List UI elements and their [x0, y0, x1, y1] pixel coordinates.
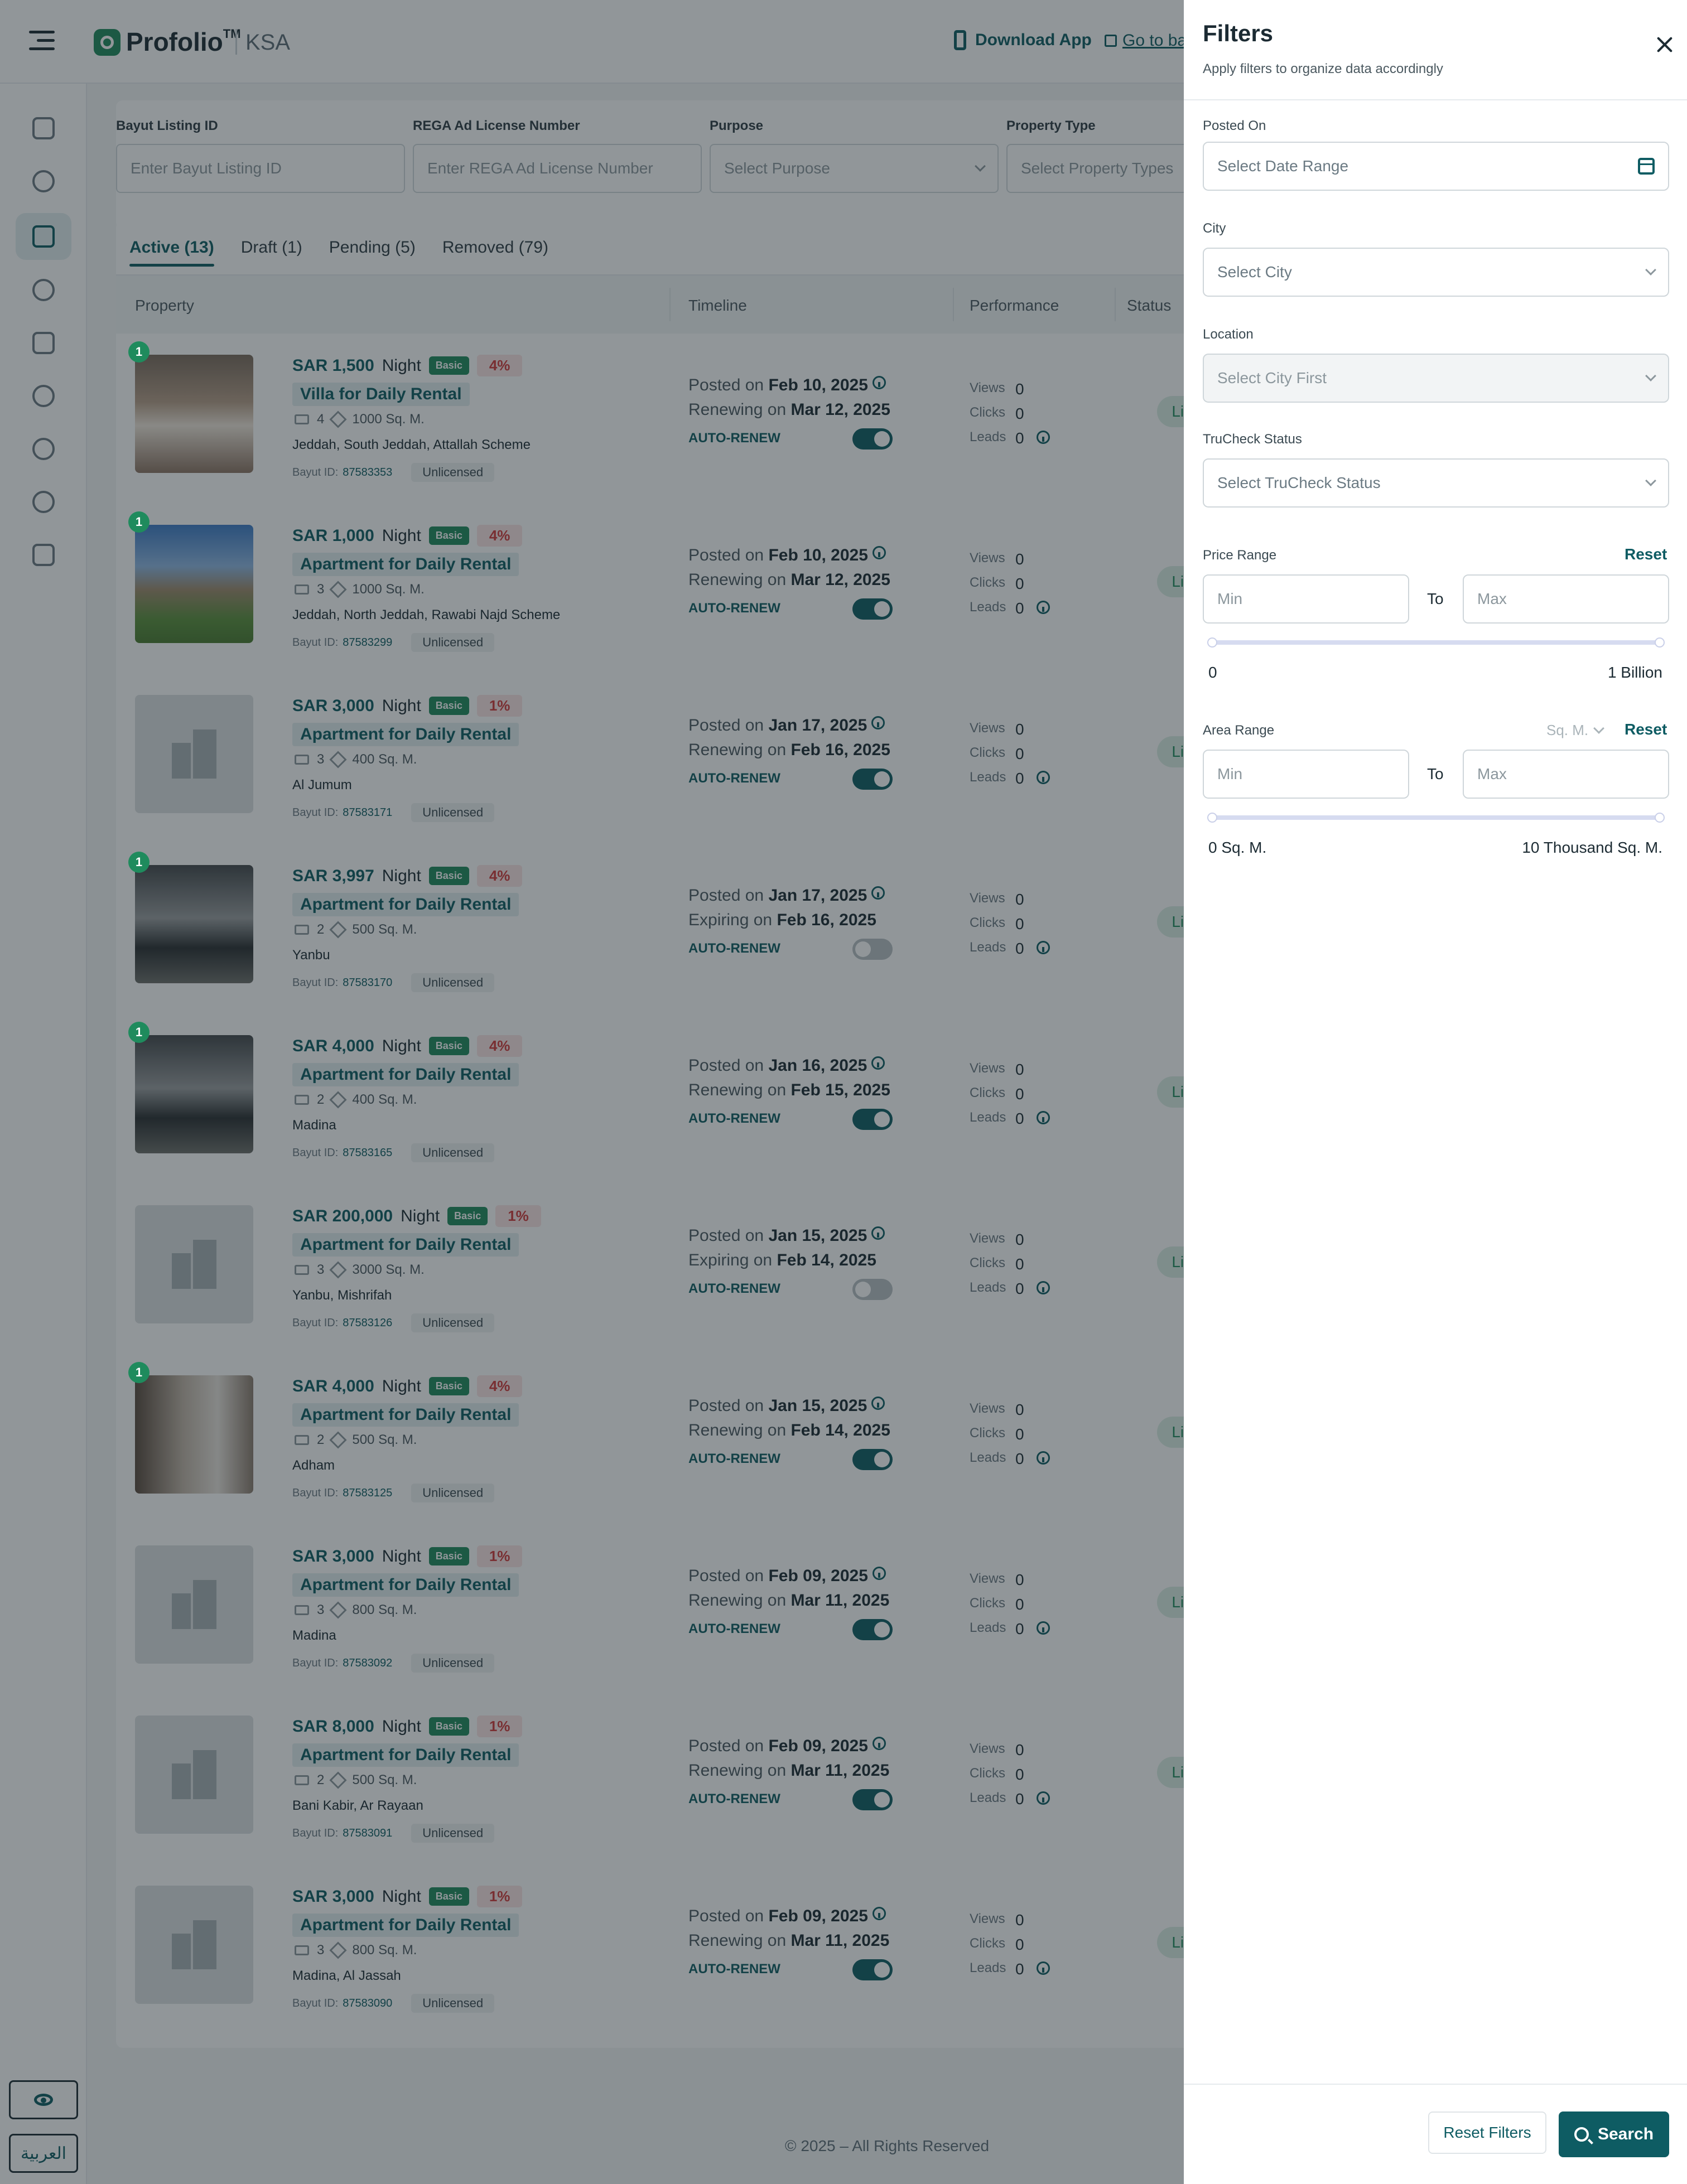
- area-range-label: Area Range: [1203, 723, 1275, 738]
- rank-badge: 1: [128, 1362, 150, 1383]
- chevron-down-icon: [1593, 722, 1605, 734]
- drawer-subtitle: Apply filters to organize data according…: [1203, 61, 1443, 76]
- area-slider-max-handle[interactable]: [1655, 813, 1665, 823]
- price-range-label: Price Range: [1203, 548, 1277, 563]
- price-max-input[interactable]: Max: [1463, 574, 1669, 624]
- price-min-value: 0: [1208, 664, 1217, 681]
- search-button[interactable]: Search: [1559, 2111, 1669, 2157]
- chevron-down-icon: [1645, 264, 1656, 276]
- area-min-value: 0 Sq. M.: [1208, 839, 1267, 856]
- price-slider-min-handle[interactable]: [1207, 637, 1217, 648]
- price-to-label: To: [1427, 590, 1444, 607]
- trucheck-status-select[interactable]: Select TruCheck Status: [1203, 458, 1669, 508]
- chevron-down-icon: [1645, 370, 1656, 381]
- filters-drawer: Filters Apply filters to organize data a…: [1184, 0, 1687, 2184]
- drawer-divider: [1184, 99, 1687, 100]
- posted-on-date-range-input[interactable]: Select Date Range: [1203, 142, 1669, 191]
- area-slider-min-handle[interactable]: [1207, 813, 1217, 823]
- area-reset-button[interactable]: Reset: [1625, 721, 1667, 738]
- city-select[interactable]: Select City: [1203, 248, 1669, 297]
- location-label: Location: [1203, 327, 1254, 342]
- city-label: City: [1203, 221, 1226, 236]
- drawer-title: Filters: [1203, 20, 1274, 46]
- rank-badge: 1: [128, 1022, 150, 1043]
- calendar-icon: [1638, 158, 1655, 175]
- search-icon: [1574, 2127, 1589, 2142]
- drawer-footer-divider: [1184, 2084, 1687, 2085]
- price-range-slider[interactable]: [1207, 637, 1665, 648]
- rank-badge: 1: [128, 341, 150, 363]
- price-max-value: 1 Billion: [1607, 664, 1662, 681]
- posted-on-label: Posted On: [1203, 118, 1266, 133]
- area-unit-select[interactable]: Sq. M.: [1546, 722, 1605, 739]
- price-reset-button[interactable]: Reset: [1625, 545, 1667, 563]
- area-max-value: 10 Thousand Sq. M.: [1522, 839, 1662, 856]
- trucheck-label: TruCheck Status: [1203, 432, 1302, 447]
- reset-filters-button[interactable]: Reset Filters: [1428, 2111, 1546, 2154]
- area-max-input[interactable]: Max: [1463, 750, 1669, 799]
- rank-badge: 1: [128, 852, 150, 873]
- area-range-slider[interactable]: [1207, 813, 1665, 823]
- close-icon[interactable]: [1654, 33, 1676, 56]
- location-select: Select City First: [1203, 354, 1669, 403]
- area-min-input[interactable]: Min: [1203, 750, 1409, 799]
- chevron-down-icon: [1645, 475, 1656, 486]
- rank-badge: 1: [128, 511, 150, 533]
- price-slider-max-handle[interactable]: [1655, 637, 1665, 648]
- price-min-input[interactable]: Min: [1203, 574, 1409, 624]
- area-to-label: To: [1427, 765, 1444, 782]
